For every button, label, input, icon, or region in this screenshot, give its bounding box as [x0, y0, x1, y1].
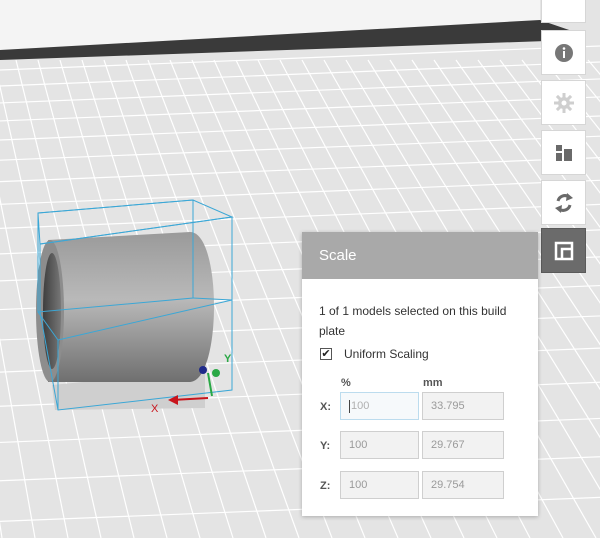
x-mm-value: 33.795 [431, 400, 465, 412]
arrange-icon [555, 144, 572, 161]
scale-icon [554, 241, 573, 260]
y-mm-value: 29.767 [431, 439, 465, 451]
y-mm-input[interactable]: 29.767 [422, 431, 504, 459]
x-percent-value: 100 [351, 400, 370, 412]
axis-y-label: Y [224, 353, 232, 365]
scale-panel: Scale 1 of 1 models selected on this bui… [302, 232, 538, 516]
arrange-button[interactable] [541, 130, 586, 175]
text-caret [349, 399, 350, 413]
rotate-icon [554, 192, 573, 213]
cylinder-model[interactable] [36, 232, 214, 382]
x-mm-input[interactable]: 33.795 [422, 392, 504, 420]
mm-column-header: mm [423, 377, 443, 389]
gear-icon [553, 92, 574, 113]
rotate-button[interactable] [541, 180, 586, 225]
uniform-scaling-label: Uniform Scaling [344, 347, 429, 361]
scale-panel-title: Scale [302, 232, 538, 279]
x-percent-input[interactable]: 100 [340, 392, 419, 420]
z-mm-input[interactable]: 29.754 [422, 471, 504, 499]
info-button[interactable] [541, 30, 586, 75]
z-axis-label: Z: [320, 480, 331, 492]
settings-button[interactable] [541, 80, 586, 125]
selection-description: 1 of 1 models selected on this build pla… [319, 304, 507, 338]
uniform-scaling-checkbox[interactable]: ✔ [320, 348, 332, 360]
percent-column-header: % [341, 377, 351, 389]
y-percent-input[interactable]: 100 [340, 431, 419, 459]
toolbar-button-partial[interactable] [541, 0, 586, 23]
y-percent-value: 100 [349, 439, 368, 451]
info-icon [554, 43, 573, 62]
z-percent-input[interactable]: 100 [340, 471, 419, 499]
z-mm-value: 29.754 [431, 479, 465, 491]
z-percent-value: 100 [349, 479, 368, 491]
x-axis-label: X: [320, 401, 331, 413]
axis-x-label: X [151, 403, 159, 415]
uniform-scaling-row[interactable]: ✔ Uniform Scaling [320, 346, 429, 362]
y-axis-label: Y: [320, 440, 331, 452]
scale-button[interactable] [541, 228, 586, 273]
